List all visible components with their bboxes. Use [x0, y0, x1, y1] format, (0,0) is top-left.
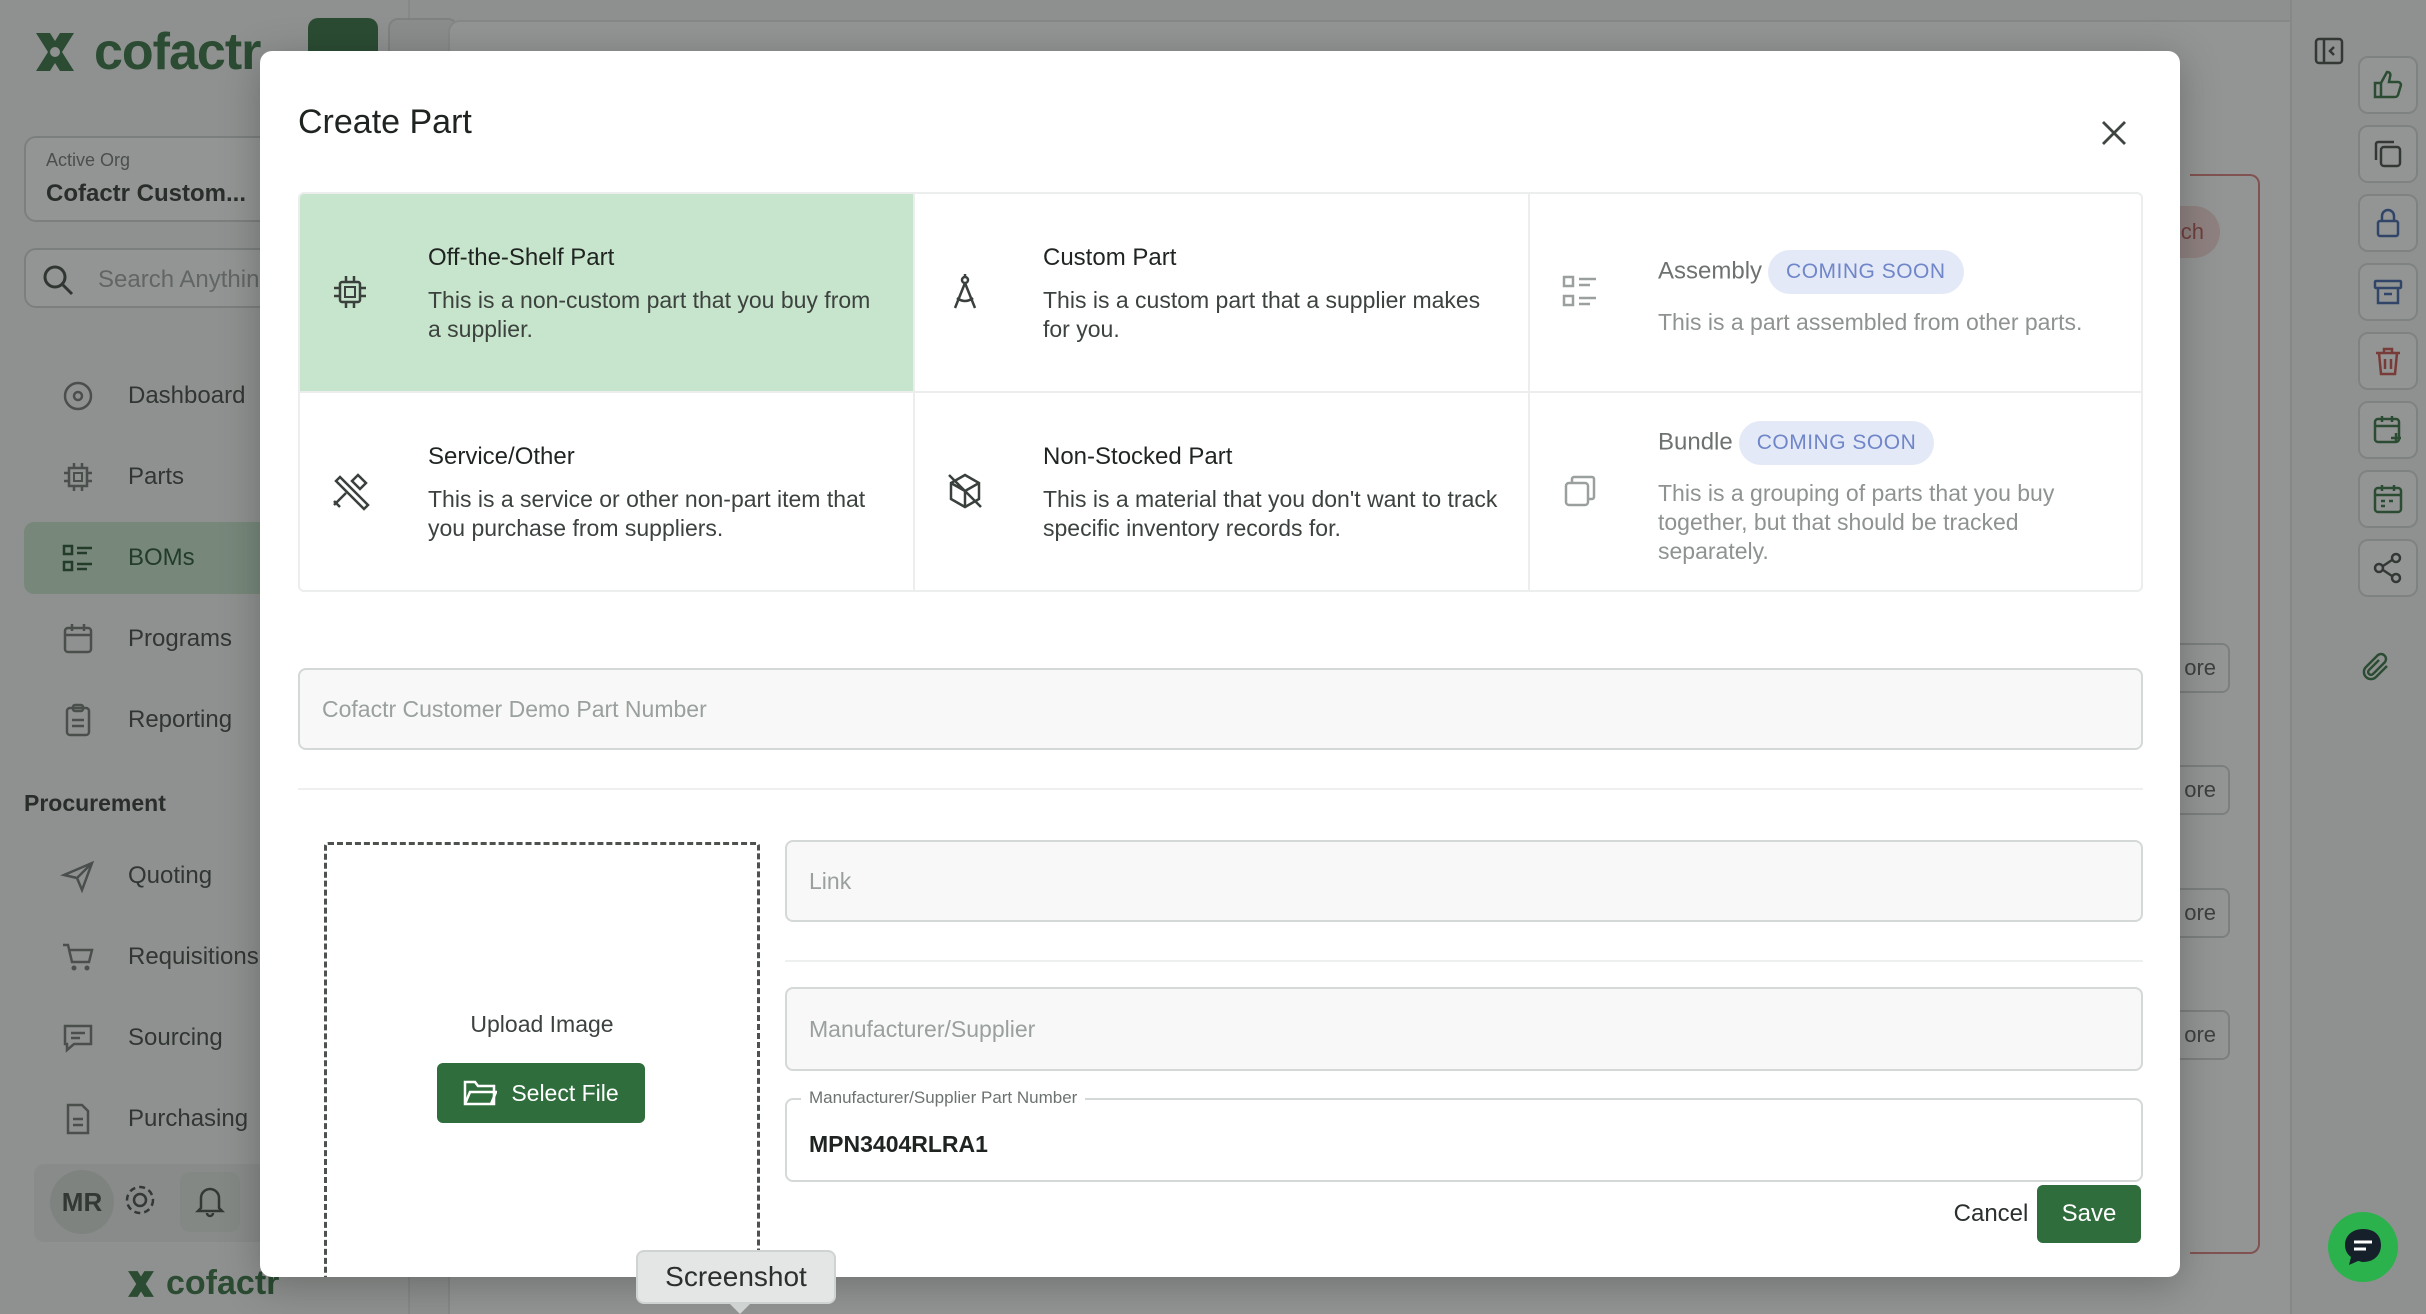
- part-type-description: This is a grouping of parts that you buy…: [1658, 480, 2055, 564]
- part-type-title: Service/Other: [428, 443, 575, 470]
- part-number-input[interactable]: [300, 670, 2141, 748]
- tools-icon: [333, 473, 370, 511]
- close-icon: [2102, 121, 2126, 145]
- close-button[interactable]: [2092, 111, 2136, 155]
- part-type-title: Bundle COMING SOON: [1658, 421, 1935, 465]
- select-file-label: Select File: [511, 1079, 619, 1106]
- copy-icon: [1564, 475, 1596, 507]
- part-type-service-other[interactable]: Service/Other This is a service or other…: [300, 393, 915, 590]
- folder-icon: [464, 1080, 498, 1106]
- part-type-description: This is a service or other non-part item…: [428, 486, 866, 541]
- select-file-button[interactable]: Select File: [437, 1063, 645, 1123]
- box-off-icon: [948, 473, 982, 509]
- divider: [298, 788, 2143, 790]
- chat-icon: [2345, 1229, 2381, 1265]
- part-type-title: Off-the-Shelf Part: [428, 244, 615, 271]
- dialog-title: Create Part: [298, 103, 472, 141]
- compass-icon: [953, 274, 977, 309]
- coming-soon-badge: COMING SOON: [1738, 421, 1935, 465]
- link-input[interactable]: [787, 842, 2141, 920]
- manufacturer-field[interactable]: [785, 987, 2143, 1071]
- part-type-custom[interactable]: Custom Part This is a custom part that a…: [915, 194, 1530, 393]
- part-type-selector: Off-the-Shelf Part This is a non-custom …: [298, 192, 2143, 592]
- divider: [785, 960, 2143, 962]
- part-type-title-text: Assembly: [1658, 257, 1763, 285]
- create-part-dialog: Create Part Off-the-Shelf Part This is a…: [260, 51, 2180, 1277]
- part-number-field[interactable]: [298, 668, 2143, 750]
- tooltip-tail: [728, 1302, 752, 1314]
- part-type-title: Assembly COMING SOON: [1658, 250, 1964, 294]
- part-type-description: This is a custom part that a supplier ma…: [1043, 287, 1481, 342]
- upload-image-label: Upload Image: [470, 1011, 614, 1037]
- mpn-field[interactable]: Manufacturer/Supplier Part Number: [785, 1088, 2143, 1182]
- part-type-description: This is a non-custom part that you buy f…: [428, 287, 871, 342]
- list-icon: [1562, 275, 1596, 307]
- chip-icon: [334, 276, 366, 308]
- mpn-input[interactable]: [787, 1100, 2141, 1180]
- part-type-title-text: Bundle: [1658, 428, 1733, 456]
- mpn-label: Manufacturer/Supplier Part Number: [801, 1088, 1086, 1108]
- part-type-description: This is a material that you don't want t…: [1043, 486, 1498, 541]
- link-field[interactable]: [785, 840, 2143, 922]
- part-type-assembly: Assembly COMING SOON This is a part assem…: [1530, 194, 2141, 393]
- part-type-description: This is a part assembled from other part…: [1658, 309, 2083, 335]
- coming-soon-badge: COMING SOON: [1768, 250, 1964, 294]
- screenshot-tooltip: Screenshot: [636, 1250, 836, 1304]
- image-upload-dropzone[interactable]: Upload Image Select File: [324, 842, 760, 1277]
- manufacturer-input[interactable]: [787, 989, 2141, 1069]
- part-type-non-stocked[interactable]: Non-Stocked Part This is a material that…: [915, 393, 1530, 590]
- part-type-title: Custom Part: [1043, 244, 1177, 271]
- part-type-bundle: Bundle COMING SOON This is a grouping of …: [1530, 393, 2141, 590]
- part-type-off-the-shelf[interactable]: Off-the-Shelf Part This is a non-custom …: [300, 194, 915, 393]
- save-button[interactable]: Save: [2037, 1185, 2141, 1243]
- chat-support-button[interactable]: [2328, 1212, 2398, 1282]
- part-type-title: Non-Stocked Part: [1043, 443, 1233, 470]
